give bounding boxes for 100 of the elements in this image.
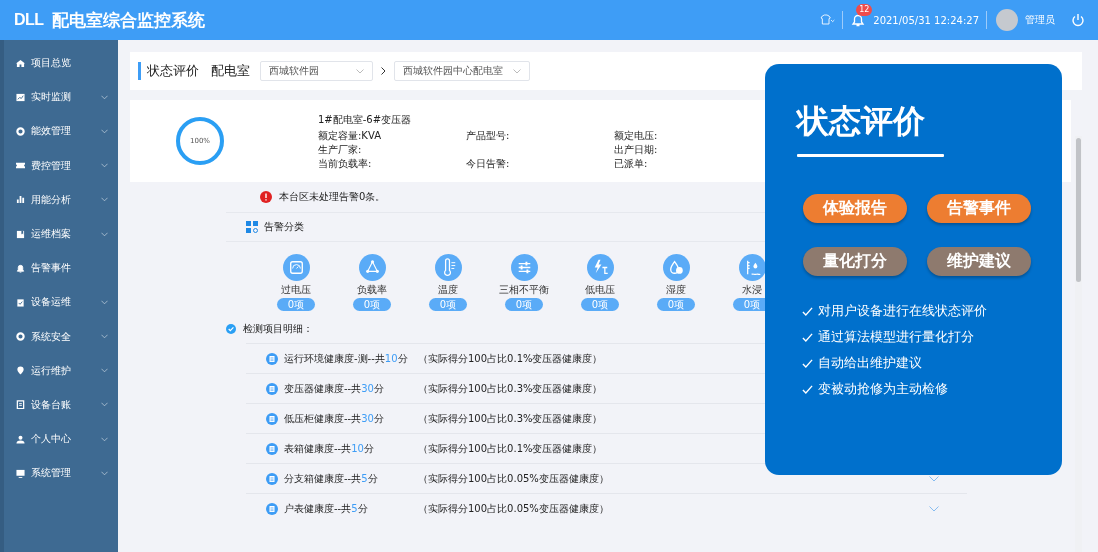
item-note: （实际得分100占比0.1%变压器健康度） <box>418 351 603 366</box>
sidebar-item[interactable]: 运行维护 <box>4 353 118 388</box>
sidebar-item[interactable]: 系统安全 <box>4 319 118 354</box>
ticket-icon <box>16 161 25 171</box>
feature-text: 变被动抢修为主动检修 <box>818 380 948 399</box>
home-icon <box>16 58 25 68</box>
chart-icon <box>16 92 25 102</box>
count-pill: 0项 <box>353 298 391 311</box>
sidebar-item[interactable]: 费控管理 <box>4 148 118 183</box>
document-icon <box>266 352 278 365</box>
item-note: （实际得分100占比0.3%变压器健康度） <box>418 381 603 396</box>
category-label: 过电压 <box>281 283 311 297</box>
sidebar-item[interactable]: 运维档案 <box>4 216 118 252</box>
chevron-down-icon[interactable] <box>929 475 939 482</box>
category-label: 低电压 <box>585 283 615 297</box>
triangle-nodes-icon <box>358 254 386 281</box>
category-label: 温度 <box>438 283 458 297</box>
info-field: 今日告警: <box>466 157 510 169</box>
logo: DLL <box>14 11 44 29</box>
scrollbar[interactable] <box>1075 136 1082 552</box>
chevron-down-icon <box>101 368 108 374</box>
document-icon <box>266 502 278 515</box>
avatar[interactable] <box>996 9 1018 31</box>
book-icon <box>16 229 25 239</box>
droplet-icon <box>662 254 690 281</box>
sidebar-item[interactable]: 设备台账 <box>4 387 118 423</box>
sidebar-item[interactable]: 个人中心 <box>4 422 118 457</box>
count-pill: 0项 <box>505 298 543 311</box>
sidebar-item[interactable]: 系统管理 <box>4 456 118 491</box>
info-field: 产品型号: <box>466 129 510 141</box>
alert-notice: 本台区未处理告警0条。 <box>279 190 386 204</box>
sidebar-item[interactable]: 实时监测 <box>4 80 118 115</box>
count-pill: 0项 <box>657 298 695 311</box>
chevron-down-icon <box>101 436 108 442</box>
category-label: 负载率 <box>357 283 387 297</box>
power-icon[interactable] <box>1070 12 1086 28</box>
info-field: 已派单: <box>614 157 648 169</box>
select-field[interactable]: 西城软件园中心配电室 <box>394 61 530 81</box>
clipboard-icon <box>16 297 25 307</box>
chevron-down-icon <box>356 68 364 74</box>
info-field: 额定容量:KVA <box>318 129 381 141</box>
section-title: 检测项目明细： <box>243 322 313 336</box>
person-icon <box>16 434 25 444</box>
sidebar-item[interactable]: 能效管理 <box>4 114 118 149</box>
item-note: （实际得分100占比0.3%变压器健康度） <box>418 411 603 426</box>
item-name: 运行环境健康度-测--共10分 <box>284 351 409 366</box>
chevron-down-icon <box>101 334 108 340</box>
chevron-down-icon[interactable] <box>929 505 939 512</box>
chevron-down-icon <box>101 402 108 408</box>
notification-badge: 12 <box>856 4 873 16</box>
info-field: 额定电压: <box>614 129 658 141</box>
bell-icon[interactable] <box>850 12 867 28</box>
feature-text: 通过算法模型进行量化打分 <box>818 328 974 347</box>
count-pill: 0项 <box>277 298 315 311</box>
chevron-down-icon <box>101 94 108 100</box>
category-label: 三相不平衡 <box>499 283 549 297</box>
count-pill: 0项 <box>581 298 619 311</box>
category-label: 湿度 <box>666 283 686 297</box>
chevron-down-icon <box>101 163 108 169</box>
app-title: 配电室综合监控系统 <box>51 8 205 32</box>
sidebar-item[interactable]: 设备运维 <box>4 285 118 320</box>
item-name: 表箱健康度--共10分 <box>284 441 375 456</box>
grid-icon <box>246 221 258 233</box>
item-name: 户表健康度--共5分 <box>284 501 369 516</box>
sliders-icon <box>510 254 538 281</box>
document-icon <box>266 412 278 425</box>
select-field[interactable]: 西城软件园 <box>260 61 373 81</box>
sidebar-item[interactable]: 项目总览 <box>4 46 118 81</box>
check-icon <box>802 305 813 317</box>
check-icon <box>802 331 813 343</box>
chevron-down-icon <box>513 68 521 74</box>
feature-text: 对用户设备进行在线状态评价 <box>818 302 987 321</box>
page-title: 状态评价 <box>138 62 199 80</box>
pin-icon <box>16 366 25 376</box>
chevron-down-icon <box>101 128 108 134</box>
shirt-icon[interactable] <box>819 12 836 28</box>
bell-icon <box>16 263 25 273</box>
score-ring <box>174 115 226 167</box>
info-field: 当前负载率: <box>318 157 372 169</box>
lightning-icon <box>586 254 614 281</box>
document-icon <box>266 382 278 395</box>
item-name: 分支箱健康度--共5分 <box>284 471 379 486</box>
document-icon <box>266 472 278 485</box>
promo-title: 状态评价 <box>797 102 926 141</box>
feature-button[interactable]: 量化打分 <box>803 247 907 277</box>
item-name: 低压柜健康度--共30分 <box>284 411 385 426</box>
device-name: 1#配电室-6#变压器 <box>318 112 413 127</box>
count-pill: 0项 <box>429 298 467 311</box>
datetime: 2021/05/31 12:24:27 <box>873 14 979 26</box>
sidebar-item[interactable]: 用能分析 <box>4 182 118 217</box>
info-field: 出产日期: <box>614 143 658 155</box>
feature-button[interactable]: 维护建议 <box>927 247 1031 277</box>
monitor-icon <box>16 468 25 478</box>
sidebar-item[interactable]: 告警事件 <box>4 251 118 286</box>
check-icon <box>802 383 813 395</box>
ring-icon <box>16 332 25 342</box>
item-name: 变压器健康度--共30分 <box>284 381 385 396</box>
document-icon <box>16 400 25 410</box>
thermometer-icon <box>434 254 462 281</box>
feature-text: 自动给出维护建议 <box>818 354 922 373</box>
